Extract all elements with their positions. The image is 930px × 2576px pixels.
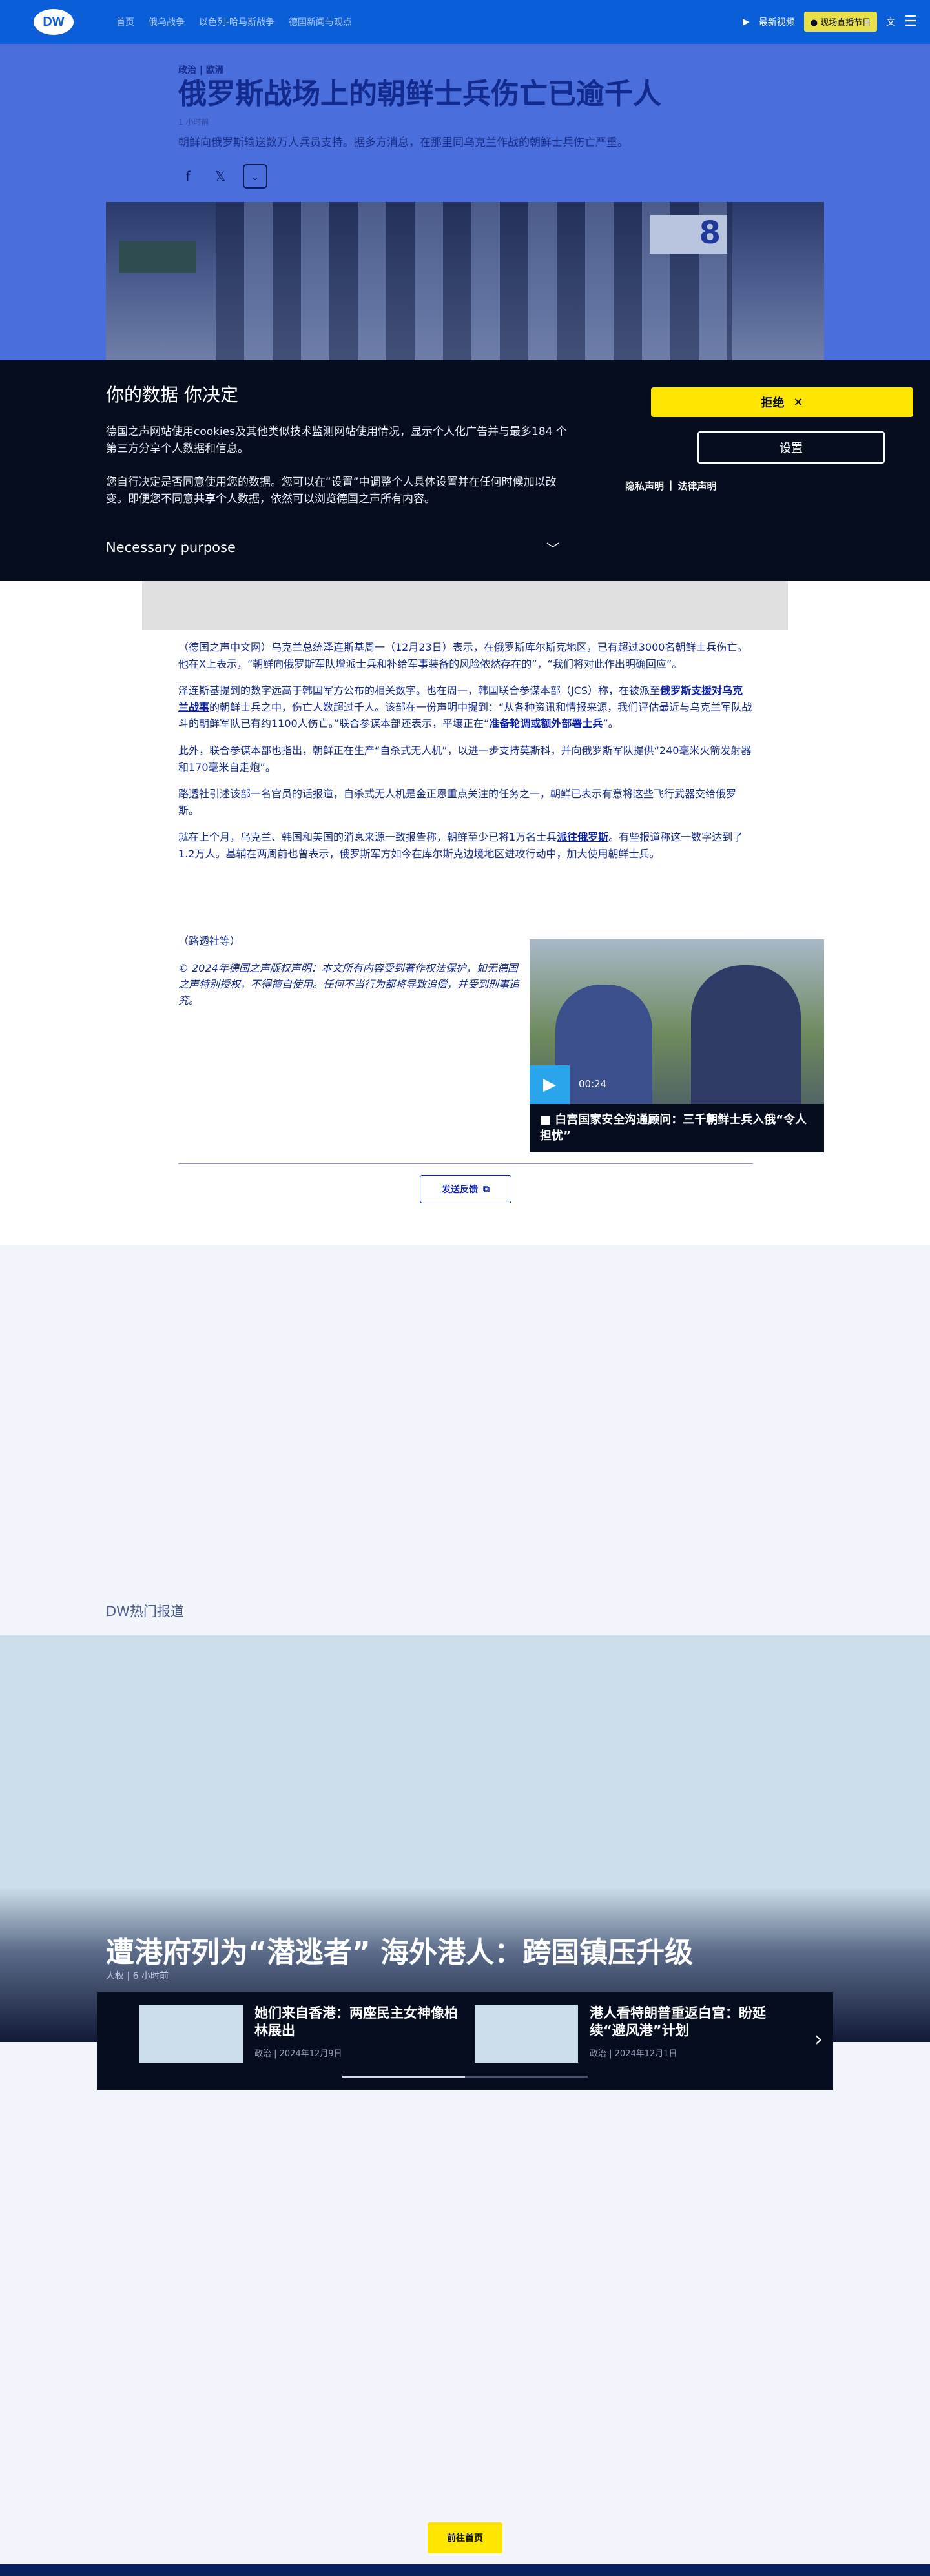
card-title: 港人看特朗普重返白宫：盼延续“避风港”计划 — [590, 2005, 766, 2039]
article-paragraph: 此外，联合参谋本部也指出，朝鲜正在生产“自杀式无人机”，以进一步支持莫斯科，并向… — [178, 742, 753, 775]
cookie-text-1: 德国之声网站使用cookies及其他类似技术监测网站使用情况，显示个人化广告并与… — [106, 425, 567, 456]
chevron-down-icon[interactable]: ⌄ — [243, 164, 267, 189]
live-tv-label: 现场直播节目 — [820, 18, 871, 28]
paragraph-text: 的朝鲜士兵之中，伤亡人数超过千人。该部在一份声明中提到：“从各种资讯和情报来源，… — [178, 700, 752, 730]
video-duration: 00:24 — [579, 1078, 607, 1090]
cookie-title: 你的数据 你决定 — [106, 384, 238, 405]
close-icon: ✕ — [793, 395, 803, 409]
article-paragraph: 就在上个月，乌克兰、韩国和美国的消息来源一致报告称，朝鲜至少已将1万名士兵派往俄… — [178, 829, 753, 862]
article-kicker[interactable]: 政治 | 欧洲 — [178, 63, 224, 76]
header-right: ▶ 最新视频 ● 现场直播节目 文 ☰ — [743, 12, 917, 32]
copy-icon: ⧉ — [483, 1184, 490, 1194]
site-header: DW 首页 俄乌战争 以色列-哈马斯战争 德国新闻与观点 ▶ 最新视频 ● 现场… — [0, 0, 930, 44]
top-nav: 首页 俄乌战争 以色列-哈马斯战争 德国新闻与观点 — [116, 15, 352, 28]
card-thumbnail — [475, 2005, 578, 2063]
article-paragraph: 泽连斯基提到的数字远高于韩国军方公布的相关数字。也在周一，韩国联合参谋本部（JC… — [178, 682, 753, 732]
card-meta: 政治 | 2024年12月9日 — [254, 2049, 342, 2059]
feedback-label: 发送反馈 — [442, 1185, 478, 1195]
departure-board — [119, 241, 196, 273]
latest-video-link[interactable]: 最新视频 — [759, 15, 795, 28]
nav-item-home[interactable]: 首页 — [116, 15, 134, 28]
hero-sign: 8 — [650, 215, 727, 254]
feature-title[interactable]: 遭港府列为“潜逃者” 海外港人：跨国镇压升级 — [106, 1929, 693, 1970]
x-icon[interactable]: 𝕏 — [211, 167, 230, 186]
ad-placeholder — [142, 581, 788, 630]
nav-item-ukraine-war[interactable]: 俄乌战争 — [149, 15, 185, 28]
footer-bar — [0, 2564, 930, 2576]
carousel-progress — [342, 2076, 588, 2078]
live-tv-button[interactable]: ● 现场直播节目 — [803, 12, 878, 32]
video-person-left — [555, 985, 652, 1114]
reject-label: 拒绝 — [761, 396, 785, 410]
facebook-icon[interactable]: f — [178, 167, 198, 186]
related-carousel: 她们来自香港：两座民主女神像柏林展出 政治 | 2024年12月9日 港人看特朗… — [97, 1992, 833, 2090]
language-icon[interactable]: 文 — [886, 15, 895, 28]
nav-item-germany[interactable]: 德国新闻与观点 — [289, 15, 352, 28]
link-separator: | — [669, 479, 673, 491]
home-button[interactable]: 前往首页 — [428, 2522, 502, 2553]
hero-image: 8 — [106, 202, 824, 360]
carousel-card[interactable]: 她们来自香港：两座民主女神像柏林展出 政治 | 2024年12月9日 — [140, 2005, 461, 2063]
legal-link[interactable]: 法律声明 — [678, 479, 717, 493]
nav-item-israel-hamas[interactable]: 以色列-哈马斯战争 — [199, 15, 274, 28]
cookie-banner: 你的数据 你决定 德国之声网站使用cookies及其他类似技术监测网站使用情况，… — [0, 360, 930, 581]
feedback-button[interactable]: 发送反馈 ⧉ — [420, 1175, 512, 1203]
paragraph-text: 泽连斯基提到的数字远高于韩国军方公布的相关数字。也在周一，韩国联合参谋本部（JC… — [178, 684, 661, 697]
inline-link[interactable]: 派往俄罗斯 — [557, 831, 608, 843]
card-thumbnail — [140, 2005, 243, 2063]
divider — [178, 1163, 753, 1164]
cookie-text-2: 您自行决定是否同意使用您的数据。您可以在“设置”中调整个人具体设置并在任何时候加… — [106, 476, 557, 506]
card-meta: 政治 | 2024年12月1日 — [590, 2049, 677, 2059]
cookie-links: 隐私声明 | 法律声明 — [625, 479, 717, 493]
video-caption-text: 白宫国家安全沟通顾问：三千朝鲜士兵入俄“令人担忧” — [540, 1113, 807, 1143]
privacy-link[interactable]: 隐私声明 — [625, 479, 664, 493]
video-person-right — [691, 965, 801, 1114]
article-body: （德国之声中文网）乌克兰总统泽连斯基周一（12月23日）表示，在俄罗斯库尔斯克地… — [178, 639, 753, 873]
article-source: （路透社等） — [178, 935, 241, 947]
settings-button[interactable]: 设置 — [698, 431, 885, 464]
paragraph-text: 此外，联合参谋本部也指出，朝鲜正在生产“自杀式无人机”，以进一步支持莫斯科，并向… — [178, 744, 752, 773]
article-paragraph: 路透社引述该部一名官员的话报道，自杀式无人机是金正恩重点关注的任务之一，朝鲜已表… — [178, 786, 753, 819]
video-teaser[interactable]: ▶ 00:24 ■ 白宫国家安全沟通顾问：三千朝鲜士兵入俄“令人担忧” — [530, 939, 824, 1152]
reject-button[interactable]: 拒绝 ✕ — [651, 387, 913, 417]
video-icon: ▶ — [742, 16, 750, 27]
carousel-progress-fill — [342, 2076, 465, 2078]
chevron-right-icon[interactable]: › — [814, 2027, 823, 2051]
video-caption: ■ 白宫国家安全沟通顾问：三千朝鲜士兵入俄“令人担忧” — [530, 1104, 824, 1152]
inline-link[interactable]: 准备轮调或额外部署士兵 — [489, 717, 603, 730]
paragraph-text: ”。 — [603, 717, 619, 730]
article-time: 1 小时前 — [178, 118, 209, 127]
paragraph-text: 就在上个月，乌克兰、韩国和美国的消息来源一致报告称，朝鲜至少已将1万名士兵 — [178, 831, 557, 844]
chevron-down-icon[interactable]: ﹀ — [546, 538, 559, 557]
article-paragraph: （德国之声中文网）乌克兰总统泽连斯基周一（12月23日）表示，在俄罗斯库尔斯克地… — [178, 639, 753, 672]
carousel-card[interactable]: 港人看特朗普重返白宫：盼延续“避风港”计划 政治 | 2024年12月1日 — [475, 2005, 796, 2063]
dw-logo[interactable]: DW — [34, 9, 74, 35]
feature-meta: 人权 | 6 小时前 — [106, 1971, 169, 1981]
paragraph-text: 路透社引述该部一名官员的话报道，自杀式无人机是金正恩重点关注的任务之一，朝鲜已表… — [178, 788, 737, 817]
camera-icon: ■ — [540, 1113, 555, 1127]
card-title: 她们来自香港：两座民主女神像柏林展出 — [254, 2005, 458, 2039]
share-bar: f 𝕏 ⌄ — [178, 164, 267, 189]
menu-icon[interactable]: ☰ — [904, 14, 917, 30]
paragraph-text: （德国之声中文网）乌克兰总统泽连斯基周一（12月23日）表示，在俄罗斯库尔斯克地… — [178, 641, 748, 670]
article-title: 俄罗斯战场上的朝鲜士兵伤亡已逾千人 — [178, 77, 661, 110]
article-teaser: 朝鲜向俄罗斯输送数万人兵员支持。据多方消息，在那里同乌克兰作战的朝鲜士兵伤亡严重… — [178, 136, 628, 149]
copyright-notice: © 2024年德国之声版权声明：本文所有内容受到著作权法保护，如无德国之声特别授… — [178, 962, 520, 1007]
popular-section-label: DW热门报道 — [106, 1604, 184, 1619]
play-icon[interactable]: ▶ — [530, 1065, 570, 1104]
necessary-purpose-toggle[interactable]: Necessary purpose — [106, 540, 236, 555]
